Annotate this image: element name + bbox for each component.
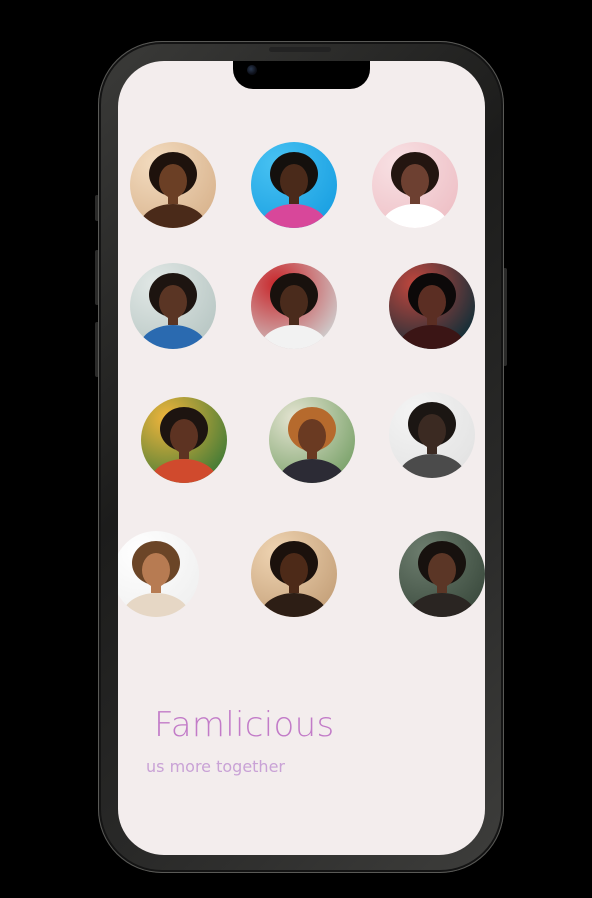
speaker-grille — [269, 47, 331, 52]
notch — [233, 61, 370, 89]
portrait-image — [118, 531, 199, 617]
portrait-image — [389, 263, 475, 349]
front-camera-icon — [247, 65, 257, 75]
avatar-4[interactable] — [130, 263, 216, 349]
portrait-image — [372, 142, 458, 228]
avatar-12[interactable] — [399, 531, 485, 617]
portrait-image — [251, 531, 337, 617]
avatar-7[interactable] — [141, 397, 227, 483]
portrait-image — [251, 263, 337, 349]
portrait-image — [399, 531, 485, 617]
portrait-image — [130, 263, 216, 349]
avatar-5[interactable] — [251, 263, 337, 349]
avatar-3[interactable] — [372, 142, 458, 228]
avatar-11[interactable] — [251, 531, 337, 617]
portrait-image — [269, 397, 355, 483]
portrait-image — [389, 392, 475, 478]
avatar-9[interactable] — [389, 392, 475, 478]
phone-screen: Famlicious us more together — [118, 61, 485, 855]
avatar-2[interactable] — [251, 142, 337, 228]
avatar-8[interactable] — [269, 397, 355, 483]
avatar-1[interactable] — [130, 142, 216, 228]
avatar-10[interactable] — [118, 531, 199, 617]
portrait-image — [130, 142, 216, 228]
portrait-image — [141, 397, 227, 483]
portrait-image — [251, 142, 337, 228]
avatar-6[interactable] — [389, 263, 475, 349]
app-tagline: us more together — [146, 757, 285, 776]
app-title: Famlicious — [154, 705, 335, 745]
